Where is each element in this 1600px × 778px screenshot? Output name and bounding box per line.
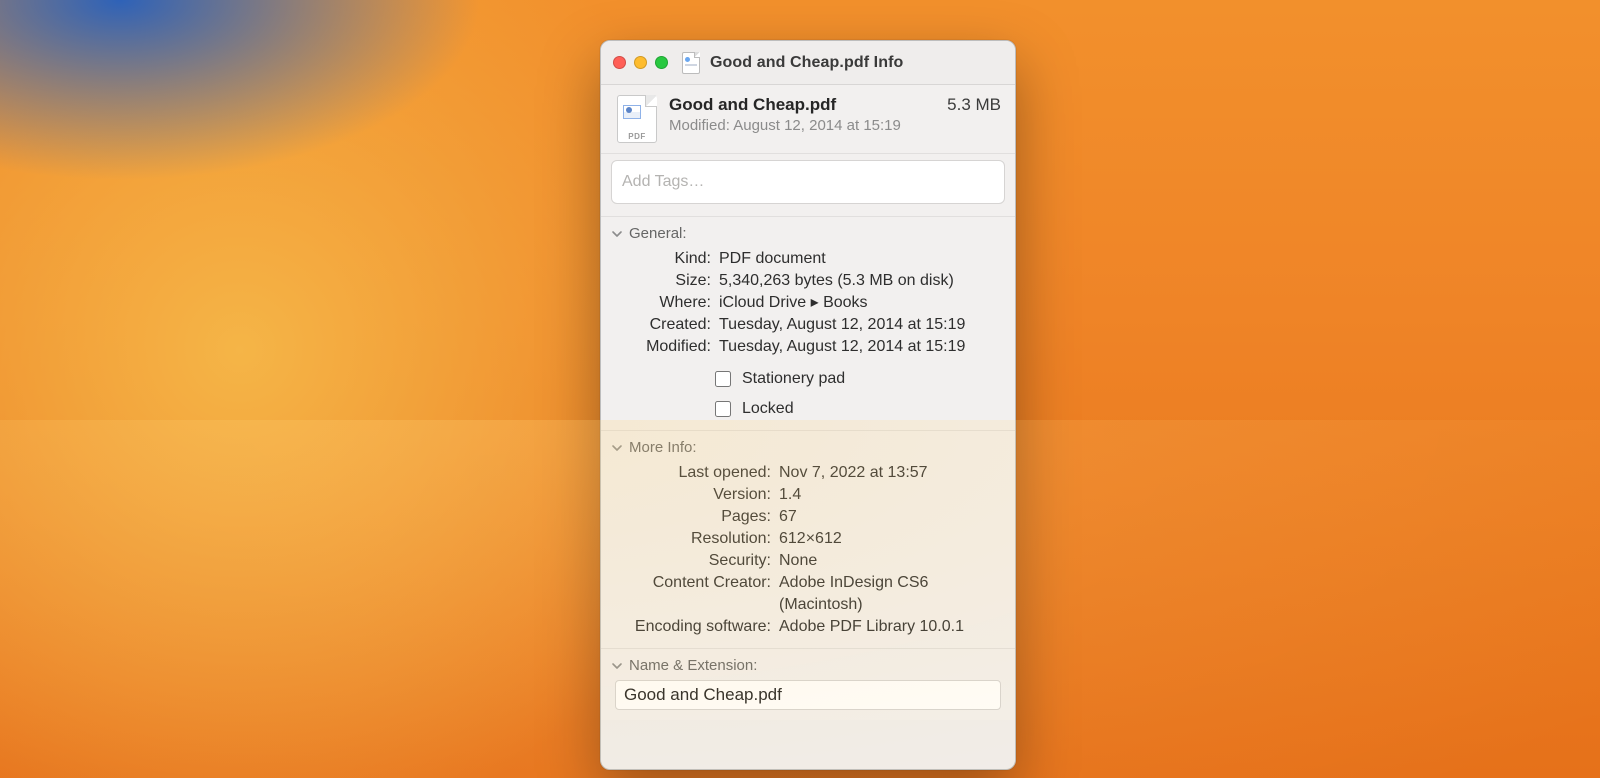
- more-info-header[interactable]: More Info:: [611, 437, 1005, 462]
- security-label: Security:: [611, 550, 771, 572]
- security-value: None: [779, 550, 1005, 572]
- created-value: Tuesday, August 12, 2014 at 15:19: [719, 314, 1005, 336]
- window-title: Good and Cheap.pdf Info: [710, 54, 903, 72]
- created-label: Created:: [619, 314, 711, 336]
- where-value: iCloud Drive ▸ Books: [719, 292, 1005, 314]
- desktop-background: Good and Cheap.pdf Info PDF Good and Che…: [0, 0, 1600, 778]
- general-title: General:: [629, 225, 687, 242]
- stationery-row[interactable]: Stationery pad: [711, 368, 1005, 390]
- content-creator-label: Content Creator:: [611, 572, 771, 616]
- summary-section: PDF Good and Cheap.pdf 5.3 MB Modified: …: [601, 85, 1015, 154]
- encoding-value: Adobe PDF Library 10.0.1: [779, 616, 1005, 638]
- titlebar[interactable]: Good and Cheap.pdf Info: [601, 41, 1015, 85]
- modified-label: Modified:: [619, 336, 711, 358]
- summary-modified: Modified: August 12, 2014 at 15:19: [669, 117, 1001, 134]
- minimize-button[interactable]: [634, 56, 647, 69]
- encoding-label: Encoding software:: [611, 616, 771, 638]
- tags-input[interactable]: [611, 160, 1005, 204]
- more-info-section: More Info: Last opened: Nov 7, 2022 at 1…: [601, 431, 1015, 649]
- kind-value: PDF document: [719, 248, 1005, 270]
- last-opened-value: Nov 7, 2022 at 13:57: [779, 462, 1005, 484]
- chevron-down-icon: [611, 228, 623, 240]
- zoom-button[interactable]: [655, 56, 668, 69]
- resolution-value: 612×612: [779, 528, 1005, 550]
- tags-section: [601, 154, 1015, 217]
- filename-input[interactable]: [615, 680, 1001, 710]
- size-value: 5,340,263 bytes (5.3 MB on disk): [719, 270, 1005, 292]
- where-label: Where:: [619, 292, 711, 314]
- modified-value: Tuesday, August 12, 2014 at 15:19: [719, 336, 1005, 358]
- version-label: Version:: [611, 484, 771, 506]
- name-extension-section: Name & Extension:: [601, 649, 1015, 720]
- resolution-label: Resolution:: [611, 528, 771, 550]
- chevron-down-icon: [611, 660, 623, 672]
- file-name: Good and Cheap.pdf: [669, 95, 836, 115]
- stationery-checkbox[interactable]: [715, 371, 731, 387]
- last-opened-label: Last opened:: [611, 462, 771, 484]
- content-creator-value: Adobe InDesign CS6 (Macintosh): [779, 572, 1005, 616]
- close-button[interactable]: [613, 56, 626, 69]
- pages-label: Pages:: [611, 506, 771, 528]
- summary-modified-label: Modified:: [669, 117, 730, 134]
- window-controls: [613, 56, 668, 69]
- file-size: 5.3 MB: [947, 95, 1001, 115]
- general-header[interactable]: General:: [611, 223, 1005, 248]
- pages-value: 67: [779, 506, 1005, 528]
- more-info-rows: Last opened: Nov 7, 2022 at 13:57 Versio…: [611, 462, 1005, 638]
- title-file-icon: [682, 52, 700, 74]
- locked-row[interactable]: Locked: [711, 398, 1005, 420]
- stationery-label: Stationery pad: [742, 370, 845, 388]
- get-info-window: Good and Cheap.pdf Info PDF Good and Che…: [600, 40, 1016, 770]
- general-checkboxes: Stationery pad Locked: [611, 368, 1005, 420]
- locked-checkbox[interactable]: [715, 401, 731, 417]
- file-icon: PDF: [615, 95, 659, 143]
- name-extension-title: Name & Extension:: [629, 657, 757, 674]
- size-label: Size:: [619, 270, 711, 292]
- general-section: General: Kind: PDF document Size: 5,340,…: [601, 217, 1015, 431]
- version-value: 1.4: [779, 484, 1005, 506]
- kind-label: Kind:: [619, 248, 711, 270]
- general-rows: Kind: PDF document Size: 5,340,263 bytes…: [611, 248, 1005, 358]
- summary-modified-value: August 12, 2014 at 15:19: [733, 117, 901, 134]
- chevron-down-icon: [611, 442, 623, 454]
- name-extension-header[interactable]: Name & Extension:: [611, 655, 1005, 680]
- locked-label: Locked: [742, 400, 794, 418]
- more-info-title: More Info:: [629, 439, 697, 456]
- file-icon-badge: PDF: [615, 132, 659, 141]
- summary-text: Good and Cheap.pdf 5.3 MB Modified: Augu…: [669, 95, 1001, 143]
